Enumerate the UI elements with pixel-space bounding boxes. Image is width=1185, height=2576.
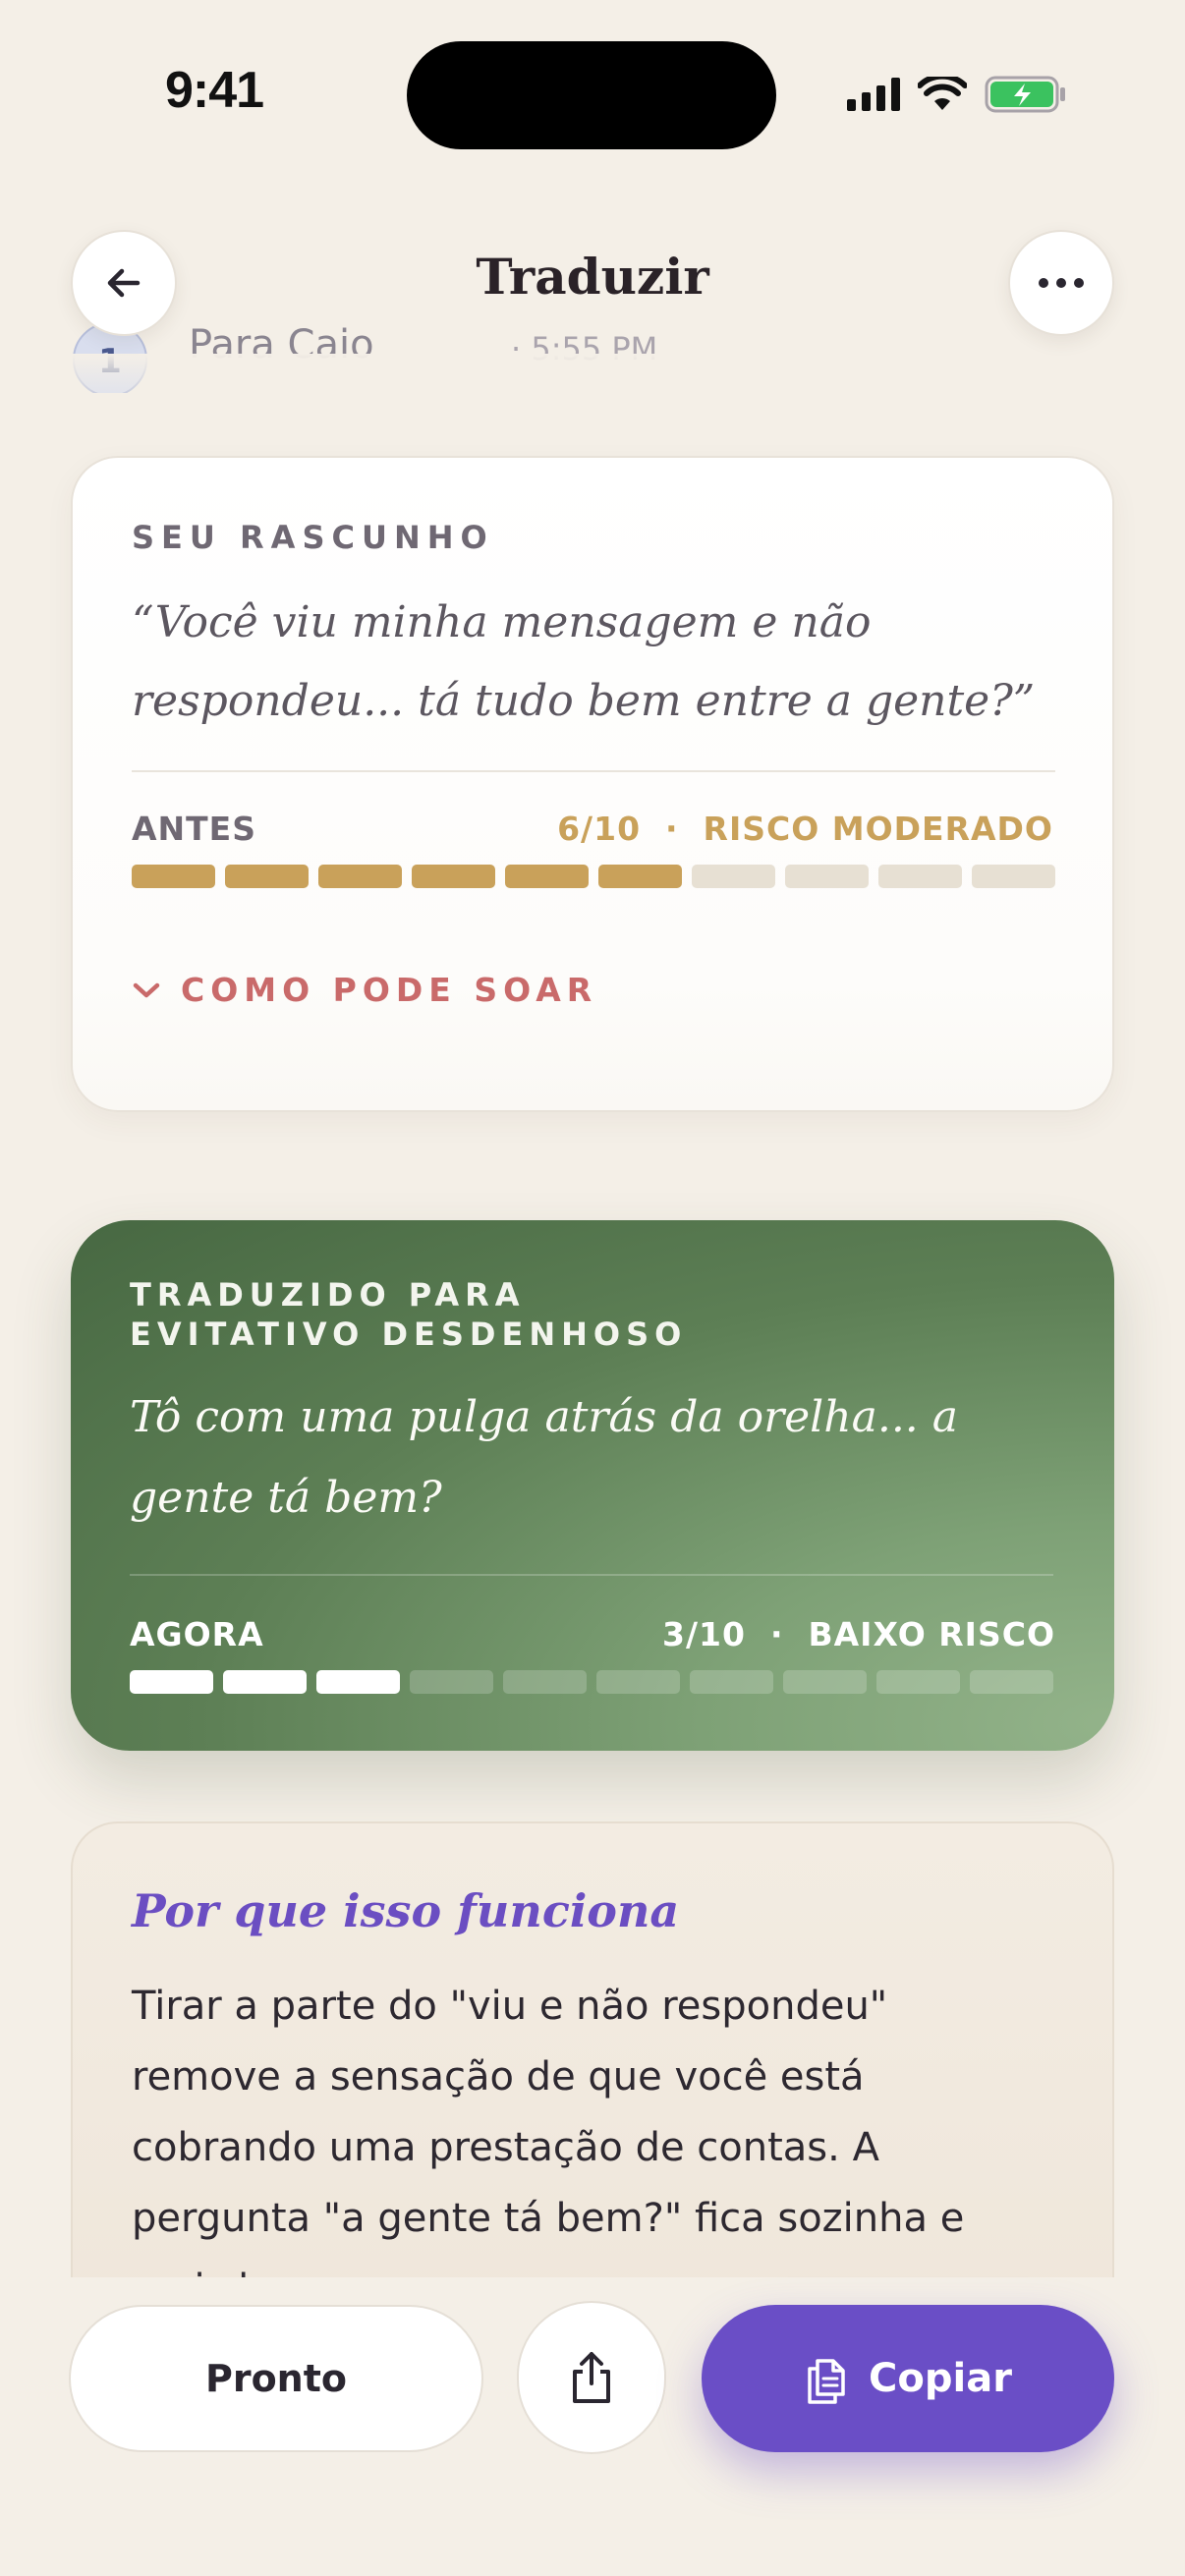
- risk-segment-empty: [692, 865, 775, 888]
- dynamic-island: [407, 41, 776, 149]
- copy-label: Copiar: [869, 2356, 1012, 2401]
- share-button[interactable]: [517, 2301, 666, 2454]
- translated-text: Tô com uma pulga atrás da orelha... a ge…: [130, 1392, 959, 1523]
- translated-eyebrow: TRADUZIDO PARA EVITATIVO DESDENHOSO: [130, 1276, 688, 1353]
- risk-segment-filled: [318, 865, 402, 888]
- risk-segment-empty: [410, 1670, 493, 1694]
- risk-segment-empty: [596, 1670, 680, 1694]
- battery-icon: [985, 76, 1065, 113]
- copy-button[interactable]: Copiar: [702, 2305, 1114, 2452]
- status-icons: [847, 75, 1067, 114]
- page-title: Traduzir: [476, 248, 709, 306]
- risk-segment-filled: [130, 1670, 213, 1694]
- now-label: AGORA: [130, 1615, 264, 1653]
- before-risk-meter: [132, 865, 1055, 888]
- before-risk: 6/10 · RISCO MODERADO: [557, 810, 1053, 848]
- draft-quote: “Você viu minha mensagem e não respondeu…: [132, 597, 1036, 726]
- risk-segment-empty: [970, 1670, 1053, 1694]
- draft-eyebrow: SEU RASCUNHO: [132, 519, 494, 556]
- wifi-icon: [918, 77, 967, 110]
- done-button[interactable]: Pronto: [69, 2305, 483, 2452]
- more-options-button[interactable]: [1008, 230, 1114, 336]
- risk-segment-filled: [598, 865, 682, 888]
- explanation-title: Por que isso funciona: [132, 1884, 680, 1937]
- now-risk: 3/10 · BAIXO RISCO: [662, 1615, 1055, 1653]
- risk-segment-empty: [783, 1670, 867, 1694]
- risk-segment-filled: [505, 865, 589, 888]
- scroll-fade: [0, 354, 1185, 413]
- cellular-signal-icon: [847, 78, 900, 111]
- now-risk-meter: [130, 1670, 1053, 1694]
- status-time: 9:41: [165, 62, 264, 119]
- how-it-may-sound-label: COMO PODE SOAR: [181, 971, 598, 1009]
- risk-segment-empty: [785, 865, 869, 888]
- how-it-may-sound-toggle[interactable]: COMO PODE SOAR: [132, 971, 597, 1009]
- risk-segment-filled: [316, 1670, 400, 1694]
- risk-segment-filled: [225, 865, 309, 888]
- share-icon: [573, 2352, 610, 2403]
- ellipsis-icon: [1039, 278, 1084, 288]
- chevron-down-icon: [133, 982, 160, 997]
- risk-segment-filled: [412, 865, 495, 888]
- risk-segment-filled: [223, 1670, 307, 1694]
- risk-segment-filled: [132, 865, 215, 888]
- risk-segment-empty: [878, 865, 962, 888]
- divider: [132, 770, 1055, 772]
- copy-icon: [808, 2359, 845, 2404]
- translated-card: TRADUZIDO PARA EVITATIVO DESDENHOSO Tô c…: [71, 1220, 1114, 1751]
- risk-segment-empty: [690, 1670, 773, 1694]
- draft-card: SEU RASCUNHO “Você viu minha mensagem e …: [71, 456, 1114, 1112]
- risk-segment-empty: [503, 1670, 587, 1694]
- risk-segment-empty: [876, 1670, 960, 1694]
- risk-segment-empty: [972, 865, 1055, 888]
- divider: [130, 1574, 1053, 1576]
- explanation-body: Tirar a parte do "viu e não respondeu" r…: [132, 1984, 965, 2312]
- before-label: ANTES: [132, 810, 256, 848]
